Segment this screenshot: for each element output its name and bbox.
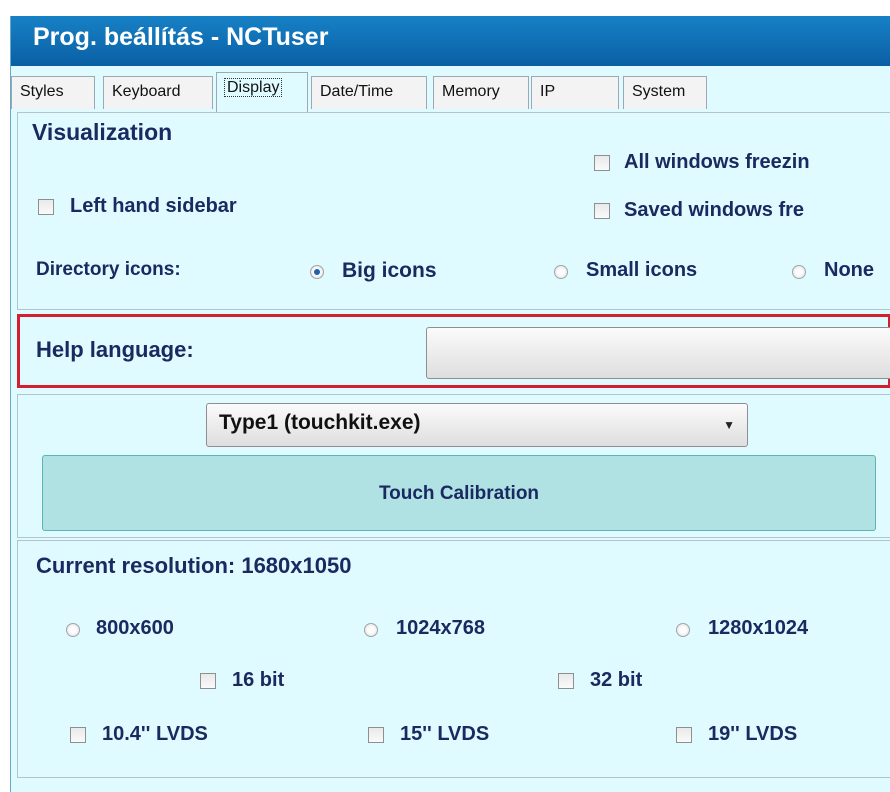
- settings-window: Prog. beállítás - NCTuser Styles Keyboar…: [10, 16, 890, 792]
- tab-system[interactable]: System: [623, 76, 707, 109]
- lvds-10-4-checkbox[interactable]: [70, 727, 86, 743]
- lvds-19-checkbox[interactable]: [676, 727, 692, 743]
- saved-windows-freezing-label: Saved windows fre: [624, 199, 805, 221]
- tab-date-time[interactable]: Date/Time: [311, 76, 427, 109]
- help-language-panel: Help language:: [17, 314, 890, 388]
- 16-bit-label: 16 bit: [232, 669, 285, 691]
- resolution-1280x1024-radio[interactable]: [676, 623, 690, 637]
- visualization-panel: Visualization All windows freezin Left h…: [17, 112, 890, 310]
- touch-driver-dropdown[interactable]: Type1 (touchkit.exe) ▼: [206, 403, 748, 447]
- tab-styles[interactable]: Styles: [11, 76, 95, 109]
- help-language-label: Help language:: [36, 337, 194, 362]
- left-hand-sidebar-label: Left hand sidebar: [70, 195, 237, 217]
- resolution-1280x1024-label: 1280x1024: [708, 617, 809, 639]
- lvds-15-checkbox[interactable]: [368, 727, 384, 743]
- big-icons-label: Big icons: [342, 259, 437, 282]
- lvds-19-label: 19'' LVDS: [708, 723, 798, 745]
- help-language-dropdown[interactable]: [426, 327, 890, 379]
- touch-driver-value: Type1 (touchkit.exe): [219, 411, 421, 434]
- visualization-heading: Visualization: [32, 119, 173, 145]
- touch-panel: Type1 (touchkit.exe) ▼ Touch Calibration: [17, 394, 890, 538]
- resolution-800x600-label: 800x600: [96, 617, 174, 639]
- all-windows-freezing-label: All windows freezin: [624, 151, 810, 173]
- small-icons-radio[interactable]: [554, 265, 568, 279]
- touch-calibration-button[interactable]: Touch Calibration: [42, 455, 876, 531]
- small-icons-label: Small icons: [586, 259, 698, 281]
- 32-bit-checkbox[interactable]: [558, 673, 574, 689]
- left-hand-sidebar-checkbox[interactable]: [38, 199, 54, 215]
- all-windows-freezing-checkbox[interactable]: [594, 155, 610, 171]
- tab-ip[interactable]: IP: [531, 76, 619, 109]
- chevron-down-icon: ▼: [723, 418, 735, 432]
- saved-windows-freezing-checkbox[interactable]: [594, 203, 610, 219]
- window-title: Prog. beállítás - NCTuser: [33, 23, 329, 51]
- 32-bit-label: 32 bit: [590, 669, 643, 691]
- resolution-panel: Current resolution: 1680x1050 800x600 10…: [17, 540, 890, 778]
- title-bar: Prog. beállítás - NCTuser: [11, 16, 890, 66]
- resolution-1024x768-radio[interactable]: [364, 623, 378, 637]
- big-icons-radio[interactable]: [310, 265, 324, 279]
- tab-strip: Styles Keyboard Display Date/Time Memory…: [11, 68, 890, 112]
- none-radio[interactable]: [792, 265, 806, 279]
- resolution-800x600-radio[interactable]: [66, 623, 80, 637]
- tab-memory[interactable]: Memory: [433, 76, 529, 109]
- 16-bit-checkbox[interactable]: [200, 673, 216, 689]
- none-label: None: [824, 259, 874, 281]
- lvds-10-4-label: 10.4'' LVDS: [102, 723, 208, 745]
- tab-display[interactable]: Display: [216, 72, 308, 112]
- current-resolution-label: Current resolution: 1680x1050: [36, 553, 352, 578]
- resolution-1024x768-label: 1024x768: [396, 617, 485, 639]
- tab-keyboard[interactable]: Keyboard: [103, 76, 213, 109]
- directory-icons-label: Directory icons:: [36, 259, 181, 280]
- lvds-15-label: 15'' LVDS: [400, 723, 490, 745]
